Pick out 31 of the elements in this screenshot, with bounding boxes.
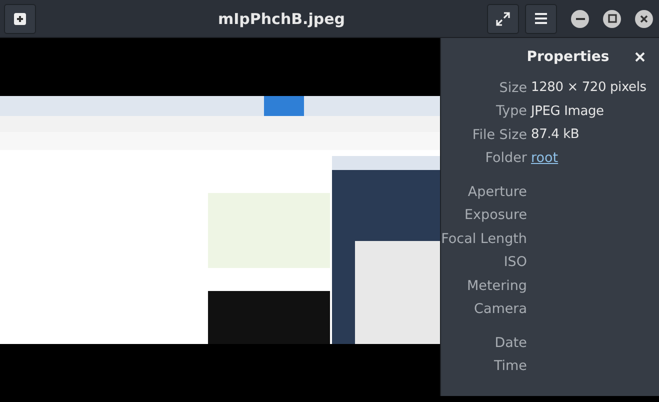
menu-icon: [535, 13, 547, 24]
maximize-button[interactable]: [603, 10, 621, 28]
folder-link[interactable]: root: [531, 150, 659, 166]
add-button[interactable]: [4, 4, 36, 34]
property-label: File Size: [471, 126, 527, 143]
maximize-icon: [608, 14, 616, 23]
property-label: Size: [498, 80, 527, 96]
property-label: Folder: [484, 150, 527, 166]
property-label: Type: [494, 103, 527, 120]
property-label: Camera: [473, 301, 527, 318]
expand-icon: [496, 12, 510, 26]
property-label: Aperture: [466, 184, 527, 200]
property-label: Exposure: [464, 207, 527, 224]
close-button[interactable]: [635, 10, 653, 28]
property-label: Metering: [466, 278, 527, 294]
close-icon[interactable]: [635, 52, 645, 62]
add-icon: [14, 12, 26, 24]
property-label: Focal Length: [441, 230, 527, 247]
property-label: Time: [492, 358, 527, 374]
property-value: 1280 × 720 pixels: [531, 80, 648, 96]
menu-button[interactable]: [525, 4, 557, 34]
minimize-button[interactable]: [571, 10, 589, 28]
property-value: 87.4 kB: [531, 127, 580, 142]
fullscreen-button[interactable]: [487, 4, 519, 34]
minimize-icon: [576, 18, 584, 20]
properties-title: Properties: [526, 49, 610, 65]
property-value: JPEG Image: [531, 104, 605, 119]
property-label: ISO: [502, 254, 527, 270]
close-icon: [640, 14, 648, 22]
property-label: Date: [494, 334, 527, 351]
window-title: mIpPhchB.jpeg: [216, 10, 346, 28]
